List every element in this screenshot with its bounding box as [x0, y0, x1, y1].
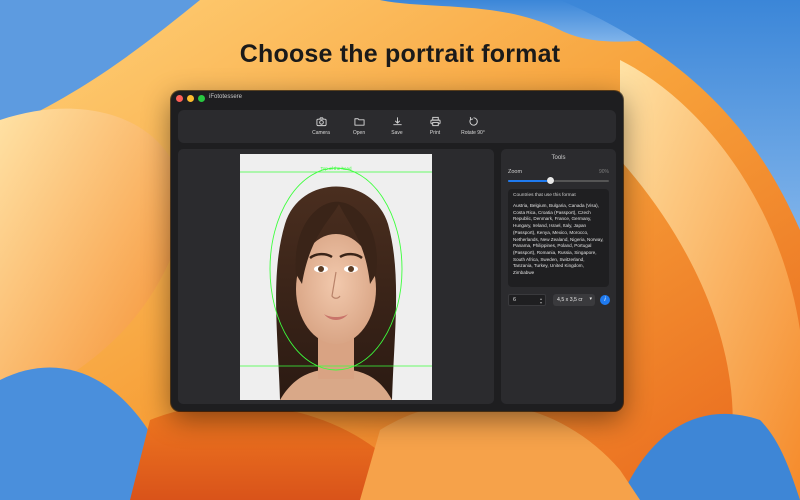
app-window: iFototessere Camera Open Save Print Rota… — [171, 91, 623, 411]
printer-icon — [429, 116, 441, 127]
format-value: 4,5 x 3,5 cr — [557, 296, 583, 303]
window-title: iFototessere — [209, 94, 243, 100]
copies-stepper[interactable]: 6 ▴ ▾ — [508, 294, 546, 306]
photo-preview-panel: Top of the head — [178, 149, 494, 404]
stepper-arrows-icon[interactable]: ▴ ▾ — [540, 297, 542, 305]
toolbar: Camera Open Save Print Rotate 90° — [178, 110, 616, 143]
print-label: Print — [429, 130, 441, 136]
save-label: Save — [391, 130, 403, 136]
print-button[interactable]: Print — [423, 110, 447, 143]
countries-list: Austria, Belgium, Bulgaria, Canada (Visa… — [513, 203, 604, 276]
format-dropdown[interactable]: 4,5 x 3,5 cr ▾ — [553, 294, 595, 306]
rotate-icon — [469, 117, 478, 126]
save-button[interactable]: Save — [385, 110, 409, 143]
tools-title: Tools — [551, 155, 566, 161]
minimize-window-button[interactable] — [187, 95, 194, 102]
camera-icon — [315, 117, 327, 127]
copies-value: 6 — [513, 297, 517, 303]
portrait-image — [240, 154, 432, 400]
camera-label: Camera — [312, 130, 330, 136]
chevron-down-icon: ▾ — [589, 296, 592, 302]
rotate-button[interactable]: Rotate 90° — [461, 110, 485, 143]
title-bar: iFototessere — [171, 91, 623, 107]
rotate-label: Rotate 90° — [461, 130, 485, 136]
zoom-window-button[interactable] — [198, 95, 205, 102]
open-button[interactable]: Open — [347, 110, 371, 143]
headline: Choose the portrait format — [239, 40, 561, 68]
top-of-head-guide-label: Top of the head — [320, 166, 352, 171]
folder-icon — [353, 118, 365, 126]
countries-box: Countries that use this format Austria, … — [508, 189, 609, 287]
portrait-photo[interactable]: Top of the head — [240, 154, 432, 400]
camera-button[interactable]: Camera — [309, 110, 333, 143]
zoom-slider[interactable] — [508, 177, 609, 184]
open-label: Open — [352, 130, 366, 136]
tools-panel: Tools Zoom 90% Countries that use this f… — [501, 149, 616, 404]
close-window-button[interactable] — [176, 95, 183, 102]
zoom-value: 90% — [598, 169, 609, 175]
window-controls — [176, 95, 205, 102]
zoom-slider-fill — [508, 180, 551, 182]
countries-heading: Countries that use this format — [513, 193, 576, 198]
zoom-slider-handle[interactable] — [546, 177, 554, 184]
download-icon — [392, 117, 402, 126]
zoom-label: Zoom — [508, 169, 523, 175]
info-button[interactable]: i — [600, 295, 610, 305]
